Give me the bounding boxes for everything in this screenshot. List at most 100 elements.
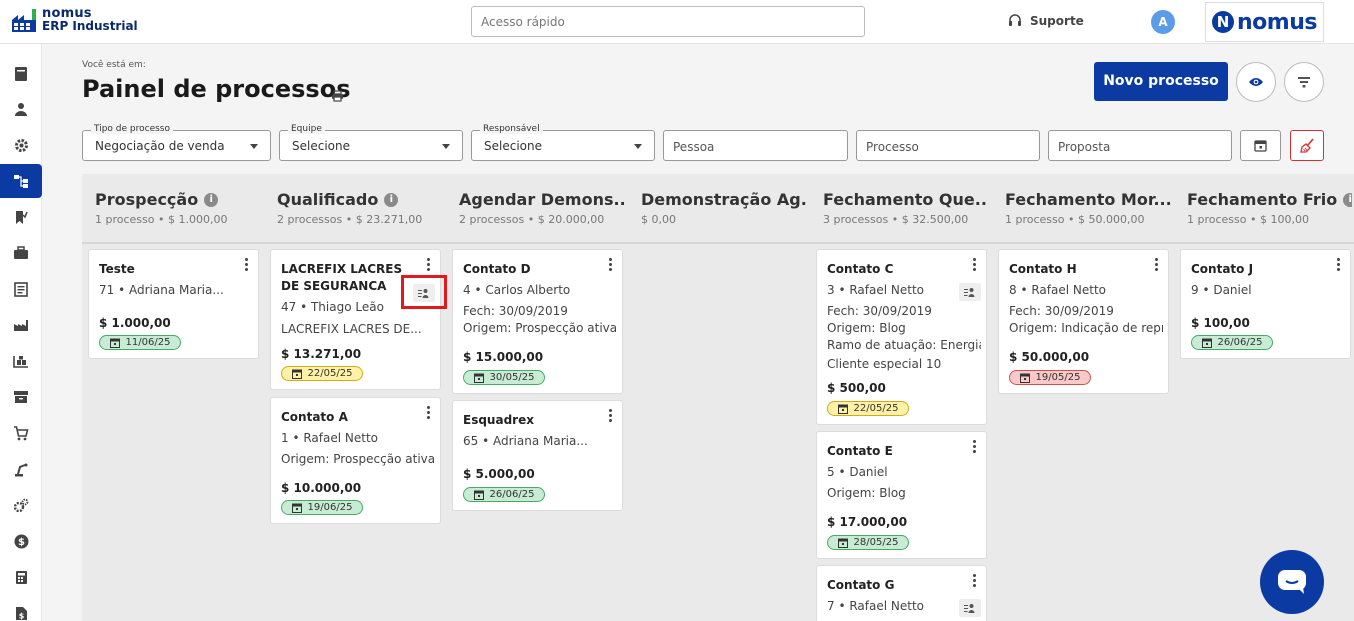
card-amount: $ 17.000,00 <box>827 515 908 529</box>
sidebar-item-user[interactable] <box>0 92 42 126</box>
user-avatar[interactable]: A <box>1151 10 1175 34</box>
more-options-icon[interactable] <box>427 258 431 273</box>
card-name: Esquadrex <box>463 413 534 427</box>
process-type-select[interactable]: Tipo de processo Negociação de venda <box>82 124 271 161</box>
card-name: Contato D <box>463 262 531 276</box>
column-header-prospeccao: Prospecção i 1 processo • $ 1.000,00 <box>82 174 264 243</box>
process-card-contato-e[interactable]: Contato E 5 • Daniel Origem: Blog $ 17.0… <box>816 431 987 559</box>
calendar-icon <box>1019 373 1030 383</box>
process-card-contato-d[interactable]: Contato D 4 • Carlos Alberto Fech: 30/09… <box>452 249 623 394</box>
process-card-contato-j[interactable]: Contato J 9 • Daniel $ 100,00 26/06/25 <box>1180 249 1351 359</box>
card-contact: 65 • Adriana Maria... <box>463 434 588 448</box>
clear-filters-button[interactable] <box>1290 130 1324 161</box>
process-card-contato-g[interactable]: Contato G 7 • Rafael Netto <box>816 565 987 621</box>
card-detail: LACREFIX LACRES DE... <box>281 322 422 336</box>
info-icon[interactable]: i <box>1343 192 1352 207</box>
card-name: Contato C <box>827 262 894 276</box>
process-flow-icon <box>14 175 28 188</box>
column-title: Fechamento Que... <box>823 190 988 209</box>
support-label: Suporte <box>1030 14 1084 28</box>
process-card-esquadrex[interactable]: Esquadrex 65 • Adriana Maria... $ 5.000,… <box>452 400 623 511</box>
sidebar-item-warehouse[interactable] <box>0 344 42 378</box>
info-icon[interactable]: i <box>384 192 399 207</box>
sidebar-item-gear[interactable] <box>0 128 42 162</box>
sidebar-item-factory[interactable] <box>0 308 42 342</box>
sidebar-item-file-money[interactable]: $ <box>0 596 42 621</box>
sidebar-item-archive[interactable] <box>0 380 42 414</box>
filter-icon <box>1298 77 1310 88</box>
sidebar-item-machine[interactable] <box>0 452 42 486</box>
card-contact: 9 • Daniel <box>1191 283 1252 297</box>
sidebar-item-money[interactable]: $ <box>0 524 42 558</box>
column-title: Prospecção <box>95 190 199 209</box>
responsible-select[interactable]: Responsável Selecione <box>471 124 655 161</box>
view-button[interactable] <box>1236 62 1276 102</box>
brand-initial: N <box>1212 11 1235 33</box>
card-contact: 1 • Rafael Netto <box>281 431 378 445</box>
process-card-contato-h[interactable]: Contato H 8 • Rafael Netto Fech: 30/09/2… <box>998 249 1169 394</box>
book-icon <box>15 67 27 81</box>
card-name: Contato A <box>281 410 348 424</box>
card-amount: $ 500,00 <box>827 381 886 395</box>
archive-icon <box>14 391 28 403</box>
card-contact: 71 • Adriana Maria... <box>99 283 224 297</box>
filter-button[interactable] <box>1284 62 1324 102</box>
calculator-icon <box>15 570 27 584</box>
sidebar-item-settings-group[interactable] <box>0 488 42 522</box>
process-card-lacrefix[interactable]: LACREFIX LACRES DE SEGURANCA 47 • Thiago… <box>270 249 441 390</box>
nomus-logo[interactable]: nomus ERP Industrial <box>10 6 138 34</box>
date-filter-button[interactable] <box>1240 130 1281 161</box>
sidebar-item-cart[interactable] <box>0 416 42 450</box>
card-detail: Origem: Blog <box>827 486 906 500</box>
brand-text: nomus <box>1237 9 1317 35</box>
card-detail: Origem: Prospecção ativa p <box>463 321 617 335</box>
sidebar: $ $ <box>0 44 42 621</box>
calendar-icon <box>109 338 120 348</box>
chevron-down-icon <box>634 144 642 149</box>
more-options-icon[interactable] <box>609 409 613 424</box>
more-options-icon[interactable] <box>1337 258 1341 273</box>
card-date-badge: 19/05/25 <box>1009 370 1091 385</box>
cart-icon <box>14 425 29 440</box>
more-options-icon[interactable] <box>245 258 249 273</box>
calendar-icon <box>473 490 484 500</box>
chat-button[interactable] <box>1260 550 1324 614</box>
new-process-button[interactable]: Novo processo <box>1094 62 1228 101</box>
column-summary: $ 0,00 <box>641 213 676 226</box>
sidebar-item-book[interactable] <box>0 57 42 91</box>
quick-access-input[interactable]: Acesso rápido <box>471 6 865 37</box>
sidebar-item-briefcase[interactable] <box>0 236 42 270</box>
sidebar-item-document[interactable] <box>0 272 42 306</box>
logo-line2: ERP Industrial <box>42 19 138 33</box>
company-logo: N nomus <box>1205 2 1324 42</box>
column-header-fechamento-morno: Fechamento Mor... 1 processo • $ 50.000,… <box>992 174 1174 243</box>
more-options-icon[interactable] <box>973 574 977 589</box>
card-date-badge: 19/06/25 <box>281 500 363 515</box>
more-options-icon[interactable] <box>973 258 977 273</box>
more-options-icon[interactable] <box>1155 258 1159 273</box>
top-bar: nomus ERP Industrial Acesso rápido Supor… <box>0 0 1354 44</box>
card-detail: Fech: 30/09/2019 <box>1009 304 1114 318</box>
sidebar-item-processes[interactable] <box>0 164 42 198</box>
process-card-contato-c[interactable]: Contato C 3 • Rafael Netto Fech: 30/09/2… <box>816 249 987 425</box>
more-options-icon[interactable] <box>973 440 977 455</box>
more-options-icon[interactable] <box>427 406 431 421</box>
column-summary: 1 processo • $ 1.000,00 <box>95 213 228 226</box>
info-icon[interactable]: i <box>204 192 219 207</box>
process-type-value: Negociação de venda <box>95 139 225 153</box>
factory-icon <box>14 320 28 331</box>
card-date-badge: 28/05/25 <box>827 535 909 550</box>
sidebar-item-bookmark[interactable] <box>0 200 42 234</box>
responsible-label: Responsável <box>480 124 543 134</box>
person-input[interactable]: Pessoa <box>663 130 848 161</box>
sidebar-item-calculator[interactable] <box>0 560 42 594</box>
process-input[interactable]: Processo <box>856 130 1040 161</box>
card-detail: Ramo de atuação: Energia <box>827 338 981 352</box>
more-options-icon[interactable] <box>609 258 613 273</box>
support-link[interactable]: Suporte <box>1008 14 1084 28</box>
proposal-input[interactable]: Proposta <box>1048 130 1232 161</box>
team-select[interactable]: Equipe Selecione <box>279 124 463 161</box>
print-icon[interactable] <box>331 87 344 106</box>
process-card-contato-a[interactable]: Contato A 1 • Rafael Netto Origem: Prosp… <box>270 397 441 524</box>
process-card-teste[interactable]: Teste 71 • Adriana Maria... $ 1.000,00 1… <box>88 249 259 359</box>
